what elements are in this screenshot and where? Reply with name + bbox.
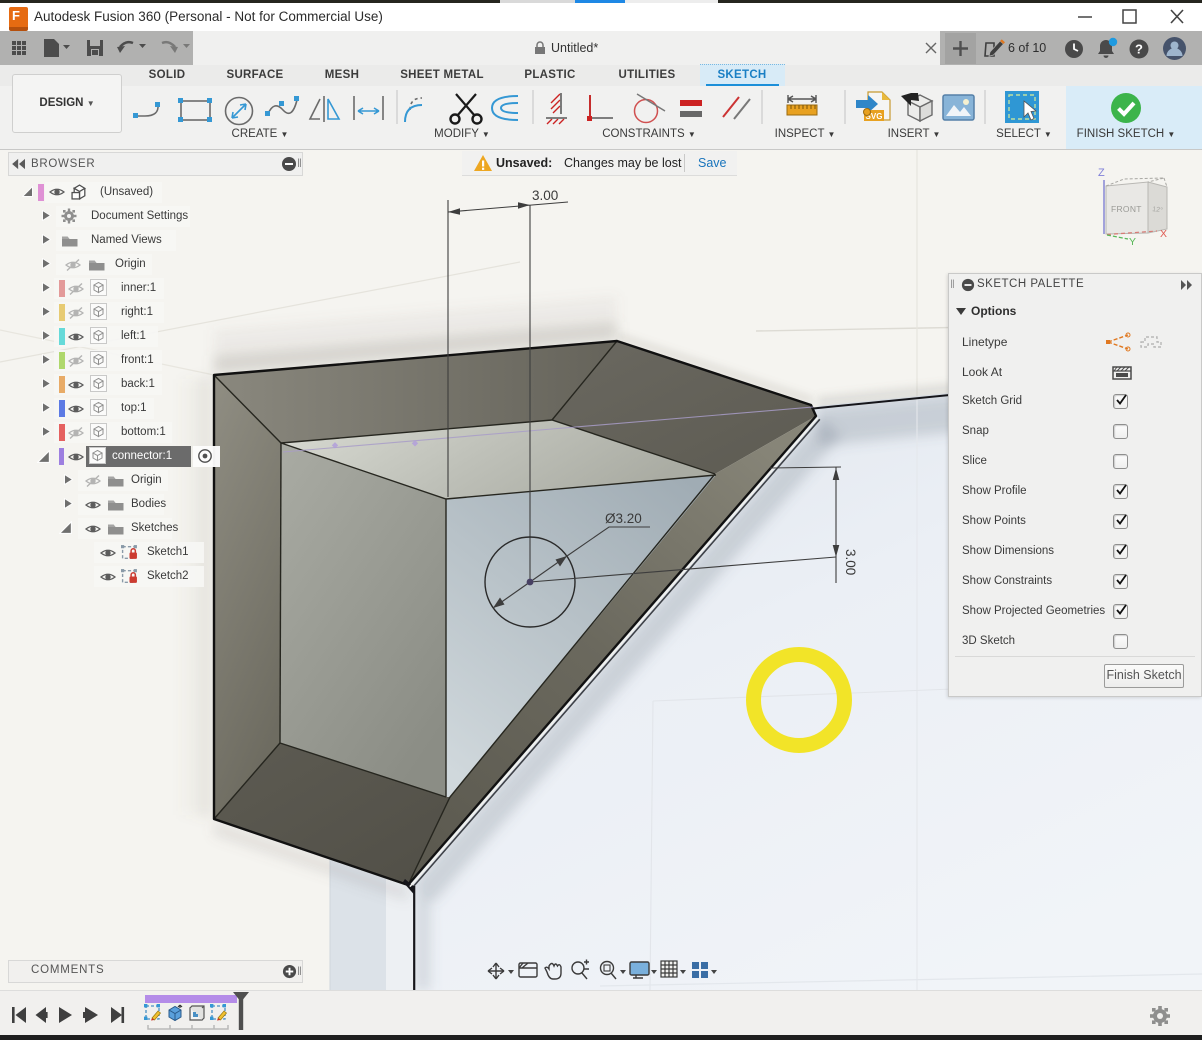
svg-text:12°: 12° [1152, 205, 1164, 214]
svg-text:Z: Z [1098, 167, 1105, 179]
svg-text:3.00: 3.00 [532, 188, 558, 203]
svg-text:3.00: 3.00 [843, 549, 858, 575]
svg-text:FRONT: FRONT [1111, 204, 1142, 214]
svg-text:X: X [1160, 228, 1167, 240]
svg-text:?: ? [1135, 42, 1143, 57]
svg-text:Y: Y [1129, 236, 1136, 248]
svg-text:Ø3.20: Ø3.20 [605, 511, 642, 526]
